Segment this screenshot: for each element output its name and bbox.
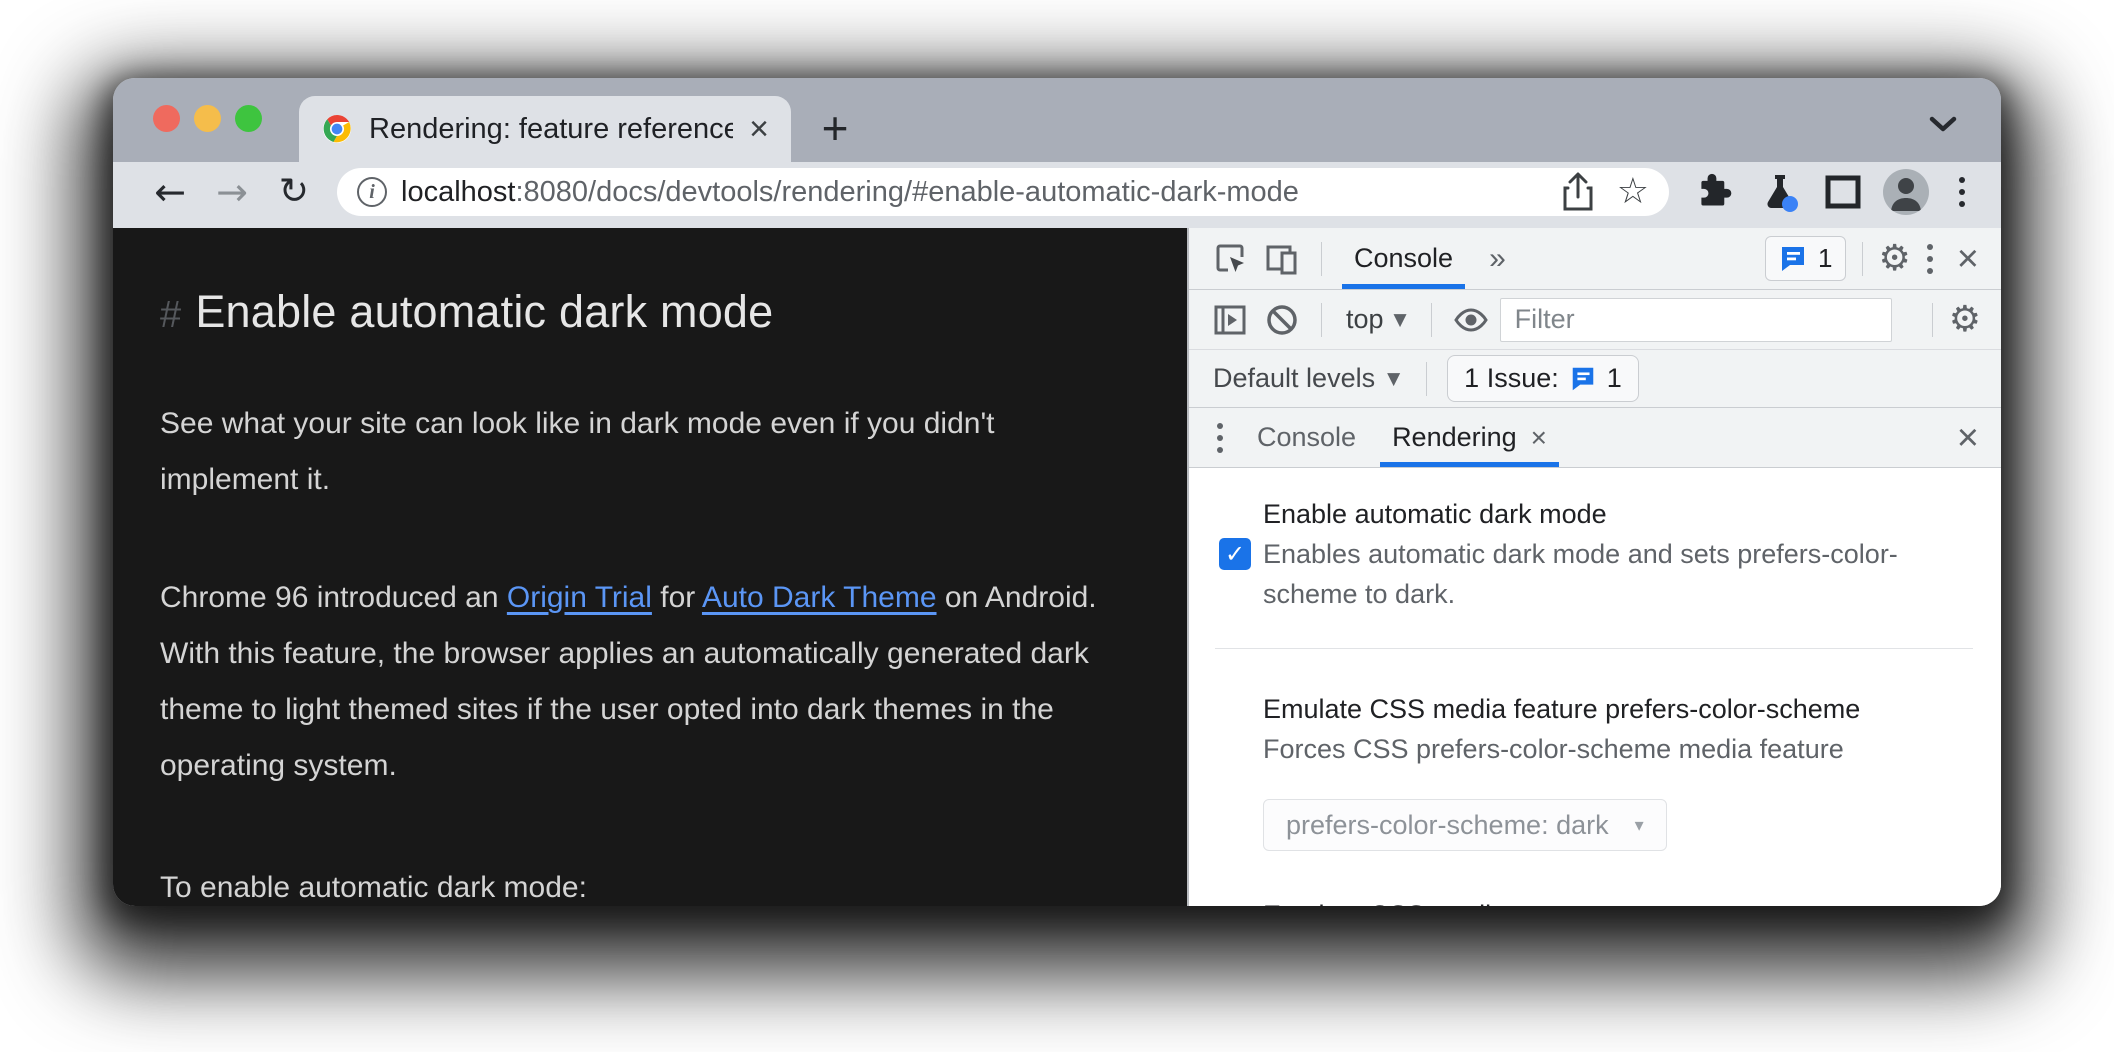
- live-expression-eye-icon[interactable]: [1448, 297, 1494, 343]
- reload-button[interactable]: ↻: [267, 174, 321, 210]
- auto-dark-theme-link[interactable]: Auto Dark Theme: [702, 581, 937, 614]
- devtools-close-icon[interactable]: ×: [1949, 240, 1987, 278]
- chrome-labs-flask-icon[interactable]: [1757, 169, 1803, 215]
- back-button[interactable]: ←: [143, 173, 197, 211]
- devtools-panel: Console » 1 ⚙ × top ▼ Filter ⚙ Default l…: [1187, 228, 2001, 906]
- share-icon[interactable]: [1561, 172, 1595, 212]
- inspect-element-icon[interactable]: [1207, 236, 1253, 282]
- setting-prefers-color-scheme: Emulate CSS media feature prefers-color-…: [1213, 689, 1933, 769]
- new-tab-button[interactable]: +: [807, 100, 863, 156]
- browser-tab[interactable]: Rendering: feature reference - C ×: [299, 96, 791, 162]
- paragraph-intro: See what your site can look like in dark…: [160, 407, 995, 496]
- clear-console-icon[interactable]: [1259, 297, 1305, 343]
- origin-trial-link[interactable]: Origin Trial: [507, 581, 652, 614]
- browser-window: Rendering: feature reference - C × + ← →…: [113, 78, 2001, 906]
- extensions-puzzle-icon[interactable]: [1695, 171, 1737, 213]
- chevron-down-icon: ▼: [1387, 368, 1401, 389]
- browser-toolbar: ← → ↻ i localhost:8080/docs/devtools/ren…: [113, 162, 2001, 228]
- url-path: :8080/docs/devtools/rendering/#enable-au…: [515, 175, 1299, 208]
- paragraph-instruction: To enable automatic dark mode:: [160, 871, 587, 904]
- issue-bubble-icon: [1572, 367, 1594, 390]
- console-sidebar-icon[interactable]: [1207, 297, 1253, 343]
- tab-strip: Rendering: feature reference - C × +: [113, 78, 2001, 162]
- browser-menu-icon[interactable]: [1949, 177, 1975, 207]
- side-panel-icon[interactable]: [1823, 172, 1863, 212]
- fullscreen-window-button[interactable]: [235, 105, 262, 132]
- window-controls: [153, 105, 262, 132]
- paragraph-chrome96: Chrome 96 introduced an Origin Trial for…: [160, 581, 1097, 782]
- devtools-settings-icon[interactable]: ⚙: [1879, 240, 1911, 277]
- forward-button[interactable]: →: [205, 173, 259, 211]
- page-content: # Enable automatic dark mode See what you…: [113, 228, 1187, 906]
- console-settings-icon[interactable]: ⚙: [1949, 301, 1981, 338]
- setting-media-type: Emulate CSS media type Forces media type…: [1213, 895, 1933, 906]
- url-host: localhost: [401, 175, 516, 208]
- issue-count-button[interactable]: 1 Issue: 1: [1447, 355, 1639, 402]
- page-title: # Enable automatic dark mode: [160, 286, 774, 337]
- prefers-color-scheme-select[interactable]: prefers-color-scheme: dark ▾: [1263, 799, 1667, 851]
- setting-auto-dark-mode: ✓ Enable automatic dark mode Enables aut…: [1213, 494, 1933, 614]
- auto-dark-mode-checkbox[interactable]: ✓: [1219, 538, 1251, 570]
- setting-description: Enables automatic dark mode and sets pre…: [1263, 539, 1898, 609]
- tab-close-icon[interactable]: ×: [749, 112, 769, 146]
- setting-title: Emulate CSS media feature prefers-color-…: [1263, 694, 1861, 724]
- setting-title: Emulate CSS media type: [1263, 895, 1933, 906]
- console-filter-input[interactable]: [1499, 297, 1892, 342]
- heading-anchor-hash[interactable]: #: [160, 294, 181, 336]
- site-info-icon[interactable]: i: [357, 177, 387, 207]
- devtools-main-toolbar: Console » 1 ⚙ ×: [1189, 228, 2001, 290]
- chrome-favicon-icon: [323, 115, 351, 143]
- setting-description: Forces CSS prefers-color-scheme media fe…: [1263, 734, 1844, 764]
- url-text[interactable]: localhost:8080/docs/devtools/rendering/#…: [401, 176, 1299, 209]
- select-caret-icon: ▾: [1634, 814, 1644, 836]
- setting-title: Enable automatic dark mode: [1263, 499, 1607, 529]
- tab-search-chevron-icon[interactable]: [1921, 102, 1965, 146]
- address-bar[interactable]: i localhost:8080/docs/devtools/rendering…: [337, 168, 1669, 216]
- console-toolbar: top ▼ ⚙: [1189, 290, 2001, 350]
- device-toolbar-icon[interactable]: [1259, 236, 1305, 282]
- drawer-tab-bar: Console Rendering × ×: [1189, 408, 2001, 468]
- devtools-menu-icon[interactable]: [1917, 243, 1943, 274]
- rendering-tab-close-icon[interactable]: ×: [1531, 422, 1547, 454]
- tab-title: Rendering: feature reference - C: [369, 112, 734, 145]
- drawer-menu-icon[interactable]: [1203, 422, 1237, 453]
- drawer-close-icon[interactable]: ×: [1949, 419, 1987, 457]
- issues-badge-button[interactable]: 1: [1765, 236, 1846, 281]
- close-window-button[interactable]: [153, 105, 180, 132]
- check-icon: ✓: [1224, 540, 1246, 568]
- rendering-panel: ✓ Enable automatic dark mode Enables aut…: [1189, 468, 2001, 906]
- bookmark-star-icon[interactable]: ☆: [1617, 174, 1649, 210]
- tab-console-main[interactable]: Console: [1338, 228, 1469, 289]
- toolbar-extensions-area: [1695, 169, 1975, 215]
- profile-avatar[interactable]: [1883, 169, 1929, 215]
- issue-bubble-icon: [1782, 246, 1805, 271]
- context-selector[interactable]: top ▼: [1338, 304, 1415, 335]
- drawer-tab-rendering[interactable]: Rendering ×: [1376, 408, 1563, 467]
- more-tabs-icon[interactable]: »: [1475, 242, 1520, 276]
- log-levels-dropdown[interactable]: Default levels ▼: [1207, 363, 1406, 394]
- console-levels-bar: Default levels ▼ 1 Issue: 1: [1189, 350, 2001, 408]
- drawer-tab-console[interactable]: Console: [1241, 408, 1372, 467]
- section-divider: [1215, 648, 1973, 649]
- minimize-window-button[interactable]: [194, 105, 221, 132]
- chevron-down-icon: ▼: [1393, 309, 1407, 330]
